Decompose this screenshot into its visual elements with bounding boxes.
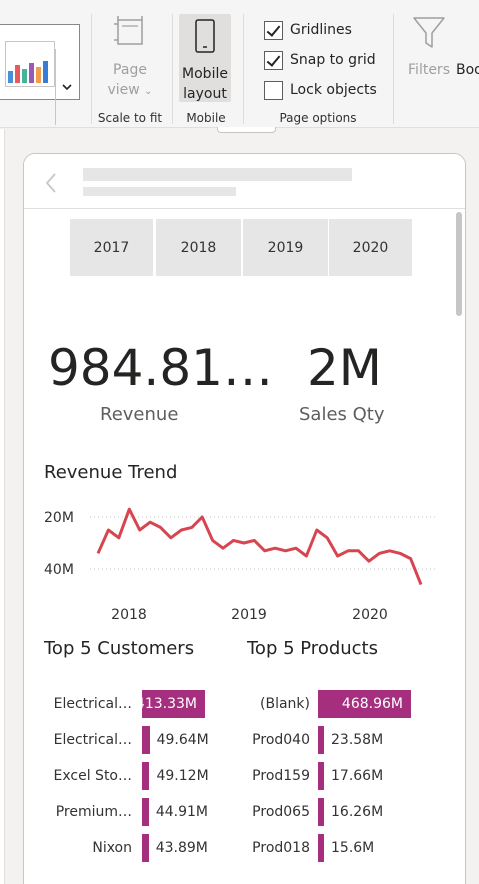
bar-category-label: Prod065 xyxy=(252,804,310,820)
mobile-group-label: Mobile xyxy=(186,111,226,125)
page-view-label-1: Page xyxy=(113,62,147,78)
themes-dropdown-button[interactable] xyxy=(55,49,77,125)
scale-to-fit-group: Page view ⌄ Scale to fit xyxy=(92,0,168,128)
left-pane-edge xyxy=(0,129,5,884)
bar-data-label: 43.89M xyxy=(155,840,208,856)
bar[interactable] xyxy=(142,798,149,826)
bar-category-label: Prod040 xyxy=(252,732,310,748)
slicer-year-2019[interactable]: 2019 xyxy=(243,219,328,276)
revenue-trend-title: Revenue Trend xyxy=(44,462,178,483)
revenue-kpi-value: 984.81… xyxy=(48,339,273,397)
bar-data-label: 17.66M xyxy=(331,768,384,784)
bar-data-label: 413.33M xyxy=(135,696,197,712)
page-options-label: Page options xyxy=(279,111,357,125)
bar[interactable] xyxy=(142,762,150,790)
top-products-title: Top 5 Products xyxy=(247,638,378,659)
bar[interactable] xyxy=(318,726,324,754)
y-tick-label: 40M xyxy=(44,562,74,578)
slicer-year-2018[interactable]: 2018 xyxy=(156,219,241,276)
bar-data-label: 23.58M xyxy=(331,732,384,748)
x-tick-label: 2019 xyxy=(231,607,267,623)
slicer-year-label: 2019 xyxy=(267,239,304,256)
mobile-layout-label-2: layout xyxy=(183,86,227,102)
themes-gallery[interactable] xyxy=(0,24,80,125)
filter-icon xyxy=(413,17,445,48)
canvas-scrollbar[interactable] xyxy=(456,212,462,316)
bookmarks-button[interactable]: Boo xyxy=(456,60,479,80)
bar[interactable] xyxy=(318,834,324,862)
bar-category-label: (Blank) xyxy=(260,696,310,712)
slicer-year-label: 2020 xyxy=(352,239,389,256)
bar-category-label: Prod159 xyxy=(252,768,310,784)
page-view-label-2: view ⌄ xyxy=(107,82,153,98)
bar-category-label: Prod018 xyxy=(252,840,310,856)
slicer-year-2017[interactable]: 2017 xyxy=(70,219,153,276)
chevron-down-icon xyxy=(61,84,72,91)
bar[interactable] xyxy=(318,798,324,826)
bar-data-label: 15.6M xyxy=(331,840,375,856)
header-subtitle-placeholder xyxy=(83,187,236,196)
chart-gridlines xyxy=(90,516,436,570)
page-options-group: Page options xyxy=(244,0,392,128)
x-tick-label: 2018 xyxy=(111,607,147,623)
sales-qty-kpi-value: 2M xyxy=(307,339,382,397)
mobile-layout-button[interactable]: Mobile layout xyxy=(179,14,231,102)
bar-category-label: Electrical… xyxy=(53,732,132,748)
mobile-canvas: 2017 2018 2019 2020 984.81… Revenue 2M S… xyxy=(23,153,466,884)
bar-category-label: Electrical… xyxy=(53,696,132,712)
bar[interactable] xyxy=(142,726,150,754)
filters-button[interactable]: Filters xyxy=(406,14,452,80)
scale-to-fit-label: Scale to fit xyxy=(97,111,163,125)
bookmarks-label: Boo xyxy=(456,62,479,78)
ribbon: Page view ⌄ Scale to fit Mobile layout M… xyxy=(0,0,479,128)
mobile-layout-label-1: Mobile xyxy=(182,66,228,82)
revenue-kpi-label: Revenue xyxy=(100,404,179,425)
slicer-year-label: 2018 xyxy=(180,239,217,256)
bar-category-label: Excel Sto… xyxy=(53,768,132,784)
theme-thumbnail[interactable] xyxy=(5,41,55,87)
page-view-button[interactable]: Page view ⌄ xyxy=(96,14,164,102)
bar-data-label: 468.96M xyxy=(341,696,403,712)
bar[interactable] xyxy=(318,762,324,790)
bar-data-label: 44.91M xyxy=(155,804,209,820)
mobile-group: Mobile layout Mobile xyxy=(173,0,239,128)
revenue-trend-chart[interactable]: 40M 20M 2018 2019 2020 xyxy=(24,499,465,624)
slicer-year-2020[interactable]: 2020 xyxy=(329,219,412,276)
sales-qty-kpi-label: Sales Qty xyxy=(299,404,385,425)
header-title-placeholder xyxy=(83,168,352,181)
revenue-line[interactable] xyxy=(96,507,423,586)
chart-x-axis: 2018 2019 2020 xyxy=(111,607,388,623)
mobile-header xyxy=(24,154,465,209)
bar-data-label: 49.64M xyxy=(156,732,209,748)
back-arrow-icon[interactable] xyxy=(44,172,58,194)
bar-data-label: 49.12M xyxy=(156,768,209,784)
mobile-phone-icon xyxy=(195,19,215,53)
ribbon-collapse-tab[interactable] xyxy=(217,127,276,133)
bar-data-label: 16.26M xyxy=(331,804,384,820)
top-customers-title: Top 5 Customers xyxy=(44,638,195,659)
chart-y-axis: 40M 20M xyxy=(44,510,74,578)
page-view-icon xyxy=(114,16,143,45)
filters-label: Filters xyxy=(408,62,450,78)
bar[interactable] xyxy=(142,834,149,862)
bar-category-label: Premium… xyxy=(55,804,132,820)
slicer-year-label: 2017 xyxy=(93,239,130,256)
x-tick-label: 2020 xyxy=(352,607,388,623)
y-tick-label: 20M xyxy=(44,510,74,526)
bar-category-label: Nixon xyxy=(92,840,132,856)
